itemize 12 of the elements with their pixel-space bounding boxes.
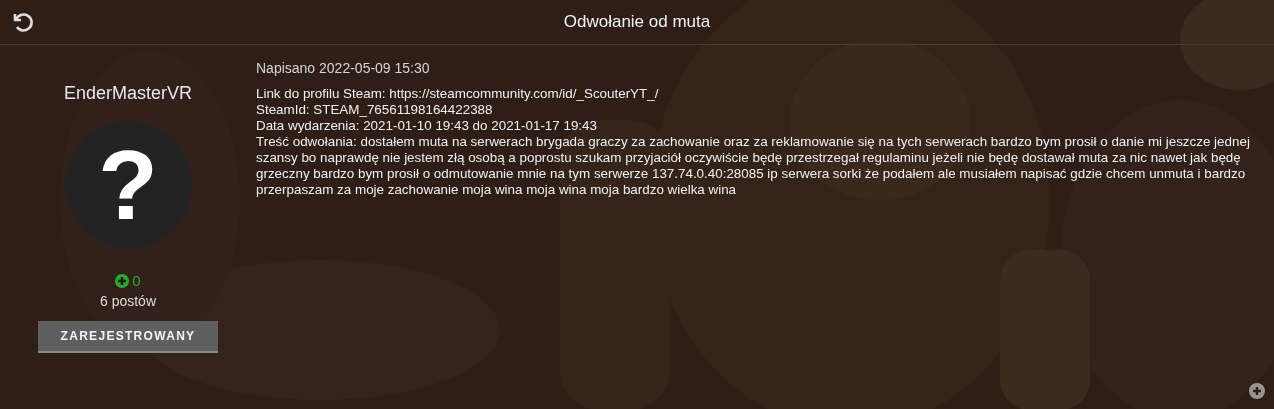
username[interactable]: EnderMasterVR xyxy=(63,83,193,104)
post-text-line: Treść odwołania: dostałem muta na serwerach brygada graczy za zachowanie oraz za reklamowanie się na tych serwerach bardzo bym prosił o danie mi jeszcze jednej szansy bo naprawdę nie jestem złą osobą a poprostu szukam przyjaciół oczywiście będę przestrzegał regulaminu jeżeli nie będę dostawał muta za nic nawet jak będę grzeczny bardzo bym prosił o odmutowanie mnie na tym serwerze 137.74.0.40:28085 ip serwera sorki że podałem ale musiałem napisać gdzie chcem unmuta i bardzo przerpaszam za moje zachowanie moja wina moja wina moja bardzo wielka wina xyxy=(256,134,1251,198)
post-date: Napisano 2022-05-09 15:30 xyxy=(256,60,431,76)
rank-badge: ZAREJESTROWANY xyxy=(38,321,218,353)
plus-circle-icon xyxy=(115,273,130,288)
post-count: 6 postów xyxy=(99,293,156,309)
avatar-glyph: ? xyxy=(98,135,158,234)
post-text-line: Data wydarzenia: 2021-01-10 19:43 do 2021-01-17 19:43 xyxy=(256,118,598,134)
page-title: Odwołanie od muta xyxy=(563,12,711,32)
post-text-line: SteamId: STEAM_76561198164422388 xyxy=(256,102,494,118)
post-text-line: Link do profilu Steam: https://steamcommunity.com/id/_ScouterYT_/ xyxy=(256,86,660,102)
reputation-count: 0 xyxy=(132,272,141,289)
